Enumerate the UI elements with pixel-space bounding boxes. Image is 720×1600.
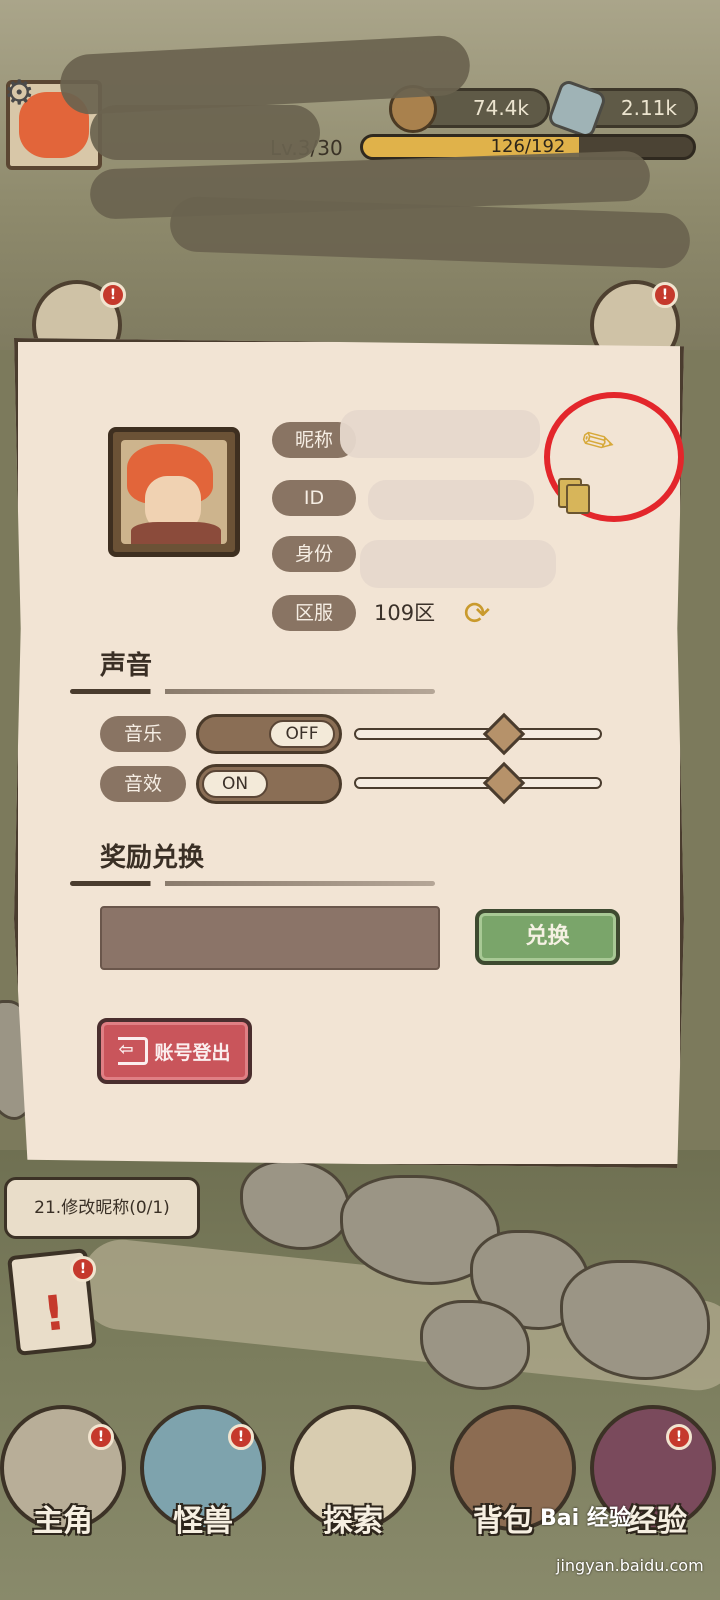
redeem-section-title: 奖励兑换 [100,843,205,873]
coin-value: 74.4k [472,96,529,120]
watermark-brand: Bai 经验 [540,1506,631,1531]
identity-label: 身份 [272,536,356,572]
music-toggle-state: OFF [269,720,335,748]
gear-icon[interactable]: ⚙ [4,76,38,110]
logout-label: 账号登出 [154,1041,231,1064]
gem-counter: 2.11k [546,78,698,140]
redeem-code-input[interactable] [100,906,440,970]
watermark-url: jingyan.baidu.com [556,1556,704,1575]
notification-badge: ! [100,282,126,308]
switch-server-icon[interactable]: ⟳ [458,596,496,630]
nav-monster-label: 怪兽 [173,1504,233,1539]
copy-icon[interactable] [556,478,592,516]
id-label: ID [272,480,356,516]
alert-icon: ! [40,1284,69,1343]
music-label: 音乐 [100,716,186,752]
server-label: 区服 [272,595,356,631]
music-volume-slider[interactable] [354,712,602,756]
id-value-redacted [368,480,534,520]
redaction-smear [90,105,320,160]
task-bubble[interactable]: 21.修改昵称(0/1) [4,1177,200,1239]
logout-button[interactable]: ⇦ 账号登出 [97,1018,252,1084]
section-divider [70,881,435,886]
redeem-button[interactable]: 兑换 [475,909,620,965]
nav-explore-label: 探索 [323,1504,383,1539]
notification-badge: ! [88,1424,114,1450]
section-divider [70,689,435,694]
sfx-toggle-state: ON [202,770,268,798]
nav-hero-label: 主角 [33,1504,93,1539]
profile-portrait[interactable] [108,427,240,557]
logout-icon: ⇦ [118,1037,149,1065]
hero-portrait-image [121,440,227,544]
sfx-toggle[interactable]: ON [196,764,342,804]
gem-icon [546,78,608,140]
nickname-value-redacted [340,410,540,458]
server-value: 109区 [374,601,436,625]
gem-value: 2.11k [620,96,677,120]
music-toggle[interactable]: OFF [196,714,342,754]
notification-badge: ! [70,1256,96,1282]
notification-badge: ! [666,1424,692,1450]
sfx-volume-slider[interactable] [354,761,602,805]
identity-value-redacted [360,540,556,588]
sfx-label: 音效 [100,766,186,802]
sound-section-title: 声音 [100,651,153,681]
notification-badge: ! [652,282,678,308]
notification-badge: ! [228,1424,254,1450]
